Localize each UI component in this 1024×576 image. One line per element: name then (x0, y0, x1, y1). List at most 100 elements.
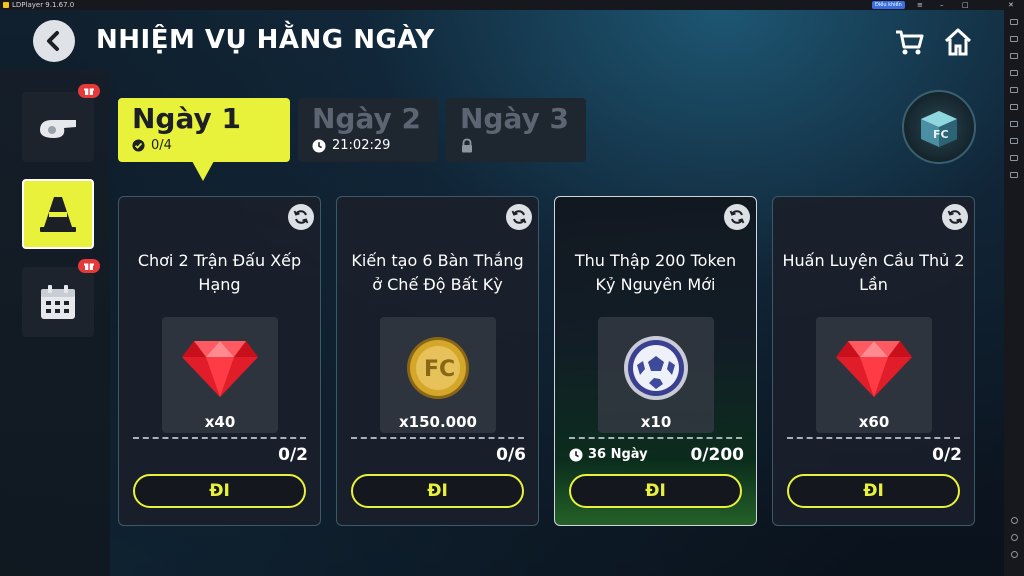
gift-icon (84, 263, 94, 270)
ruby-gem-icon (836, 341, 912, 397)
mission-progress: 0/6 (496, 445, 526, 465)
mission-progress: 0/2 (932, 445, 962, 465)
mission-progress: 0/200 (690, 445, 744, 465)
gift-badge (78, 259, 100, 273)
toolbar-location-icon[interactable] (1010, 155, 1018, 161)
toolbar-recent-icon[interactable] (1010, 551, 1018, 558)
divider (569, 437, 742, 439)
day-locked (460, 138, 576, 153)
refresh-icon (293, 210, 309, 224)
back-button[interactable] (33, 20, 75, 62)
shop-button[interactable] (894, 27, 924, 57)
mission-title: Thu Thập 200 Token Kỷ Nguyên Mới (574, 251, 737, 294)
day-label: Ngày 2 (312, 102, 421, 135)
reward-box: x10 (598, 317, 714, 433)
calendar-icon (41, 285, 75, 319)
mission-title: Kiến tạo 6 Bàn Thắng ở Chế Độ Bất Kỳ (351, 251, 524, 294)
reward-chest-button[interactable]: FC (902, 90, 976, 164)
sidebar-tab-training[interactable] (22, 179, 94, 249)
go-button[interactable]: ĐI (133, 474, 306, 508)
mission-timer-text: 36 Ngày (588, 447, 648, 462)
reward-box: x60 (816, 317, 932, 433)
toolbar-more-icon[interactable] (1010, 172, 1018, 178)
mission-card-4: Huấn Luyện Cầu Thủ 2 Lần x60 0/2 ĐI (772, 196, 975, 526)
refresh-mission-button[interactable] (942, 204, 968, 230)
fc-chest-icon: FC (921, 111, 957, 147)
control-badge[interactable]: Điều khiển (872, 1, 905, 9)
day-countdown: 21:02:29 (332, 138, 391, 153)
sidebar-tab-whistle[interactable] (22, 84, 100, 162)
emulator-toolbar (1004, 10, 1024, 576)
reward-quantity: x10 (640, 413, 672, 431)
day-timer: 21:02:29 (312, 138, 428, 153)
emulator-title: LDPlayer 9.1.67.0 (12, 1, 75, 9)
day-label: Ngày 3 (460, 102, 569, 135)
page-title: NHIỆM VỤ HẰNG NGÀY (96, 25, 435, 55)
toolbar-home-icon[interactable] (1010, 534, 1018, 541)
reward-quantity: x60 (858, 413, 890, 431)
go-button[interactable]: ĐI (351, 474, 524, 508)
ball-token-icon (624, 336, 688, 400)
svg-text:FC: FC (424, 357, 455, 382)
lock-icon (462, 138, 472, 153)
mission-title: Chơi 2 Trận Đấu Xếp Hạng (137, 251, 302, 294)
mission-progress: 0/2 (278, 445, 308, 465)
reward-quantity: x40 (204, 413, 236, 431)
home-button[interactable] (943, 27, 973, 57)
clock-icon (312, 139, 326, 152)
mission-timer: 36 Ngày (569, 447, 648, 462)
reward-box: x40 (162, 317, 278, 433)
day-progress: 0/4 (132, 138, 280, 153)
mission-card-2: Kiến tạo 6 Bàn Thắng ở Chế Độ Bất Kỳ FC … (336, 196, 539, 526)
mission-card-3: Thu Thập 200 Token Kỷ Nguyên Mới x10 36 … (554, 196, 757, 526)
svg-text:FC: FC (933, 128, 949, 141)
go-button[interactable]: ĐI (787, 474, 960, 508)
back-arrow-icon (47, 31, 59, 51)
toolbar-back-icon[interactable] (1010, 517, 1018, 524)
gift-icon (84, 88, 94, 95)
cart-icon (896, 30, 924, 55)
toolbar-volume-icon[interactable] (1010, 70, 1018, 76)
cone-icon (40, 197, 76, 232)
tab-day-3[interactable]: Ngày 3 (446, 98, 586, 162)
close-icon[interactable]: ✕ (1008, 0, 1014, 10)
toolbar-keyboard-icon[interactable] (1010, 36, 1018, 42)
whistle-icon (40, 120, 76, 138)
reward-quantity: x150.000 (399, 413, 477, 431)
home-icon (944, 28, 972, 56)
tab-day-1[interactable]: Ngày 1 0/4 (118, 98, 290, 162)
maximize-icon[interactable]: □ (962, 0, 969, 10)
toolbar-sync-icon[interactable] (1010, 53, 1018, 59)
toolbar-screenshot-icon[interactable] (1010, 87, 1018, 93)
ruby-gem-icon (182, 341, 258, 397)
clock-icon (569, 448, 583, 461)
sidebar-tab-calendar[interactable] (22, 259, 100, 337)
gift-badge (78, 84, 100, 98)
menu-icon[interactable]: ≡ (917, 0, 923, 10)
refresh-mission-button[interactable] (724, 204, 750, 230)
reward-box: FC x150.000 (380, 317, 496, 433)
refresh-icon (729, 210, 745, 224)
divider (133, 437, 306, 439)
check-circle-icon (132, 139, 145, 152)
day-progress-text: 0/4 (151, 138, 172, 153)
emulator-titlebar: LDPlayer 9.1.67.0 Điều khiển ≡ – □ ✕ (0, 0, 1024, 10)
refresh-mission-button[interactable] (506, 204, 532, 230)
fc-coin-icon: FC (407, 337, 469, 399)
toolbar-apk-icon[interactable] (1010, 121, 1018, 127)
refresh-icon (947, 210, 963, 224)
toolbar-folder-icon[interactable] (1010, 138, 1018, 144)
refresh-icon (511, 210, 527, 224)
divider (787, 437, 960, 439)
divider (351, 437, 524, 439)
refresh-mission-button[interactable] (288, 204, 314, 230)
minimize-icon[interactable]: – (940, 0, 944, 10)
mission-card-1: Chơi 2 Trận Đấu Xếp Hạng x40 0/2 ĐI (118, 196, 321, 526)
day-label: Ngày 1 (132, 102, 241, 135)
tab-day-2[interactable]: Ngày 2 21:02:29 (298, 98, 438, 162)
toolbar-record-icon[interactable] (1010, 104, 1018, 110)
ldplayer-logo-icon (3, 2, 9, 8)
go-button[interactable]: ĐI (569, 474, 742, 508)
toolbar-gamepad-icon[interactable] (1010, 19, 1018, 25)
active-day-pointer (192, 161, 214, 181)
